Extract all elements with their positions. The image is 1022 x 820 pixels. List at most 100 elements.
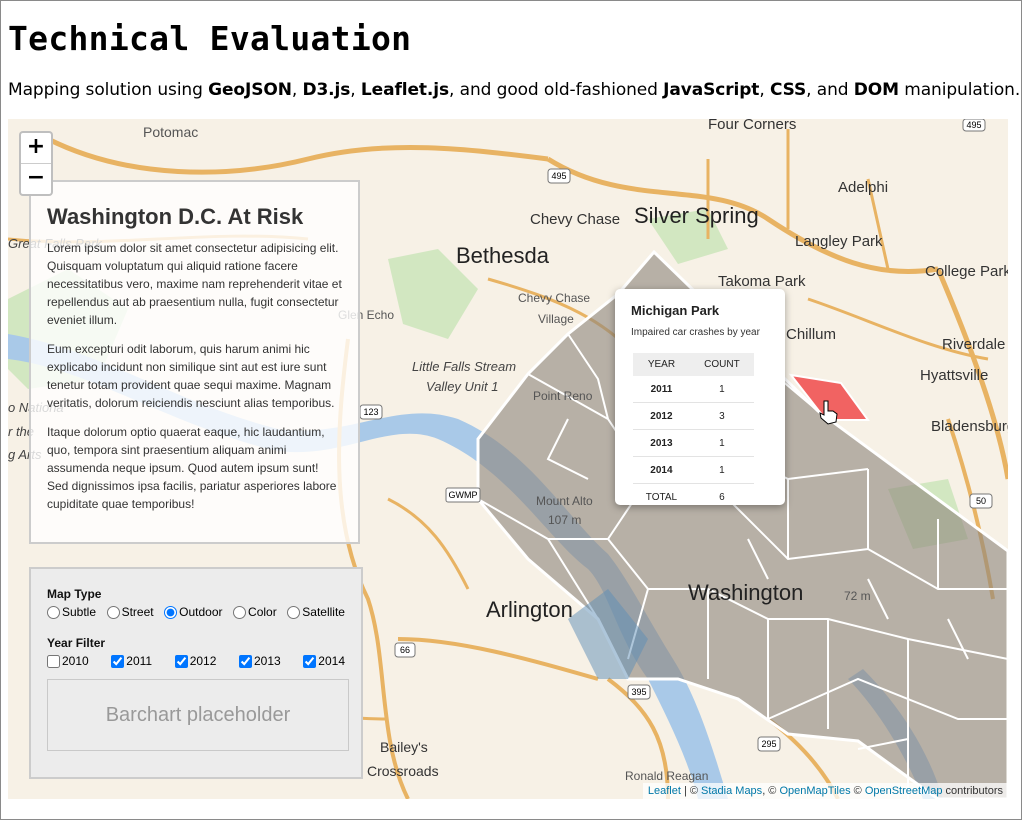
map-type-options: Subtle Street Outdoor Color Satellite (47, 605, 345, 619)
map-type-satellite[interactable]: Satellite (287, 605, 345, 619)
svg-text:123: 123 (363, 407, 378, 417)
header-year: YEAR (633, 353, 690, 376)
place-potomac: Potomac (143, 124, 199, 140)
barchart-placeholder: Barchart placeholder (47, 679, 349, 751)
place-point-reno: Point Reno (533, 389, 593, 403)
openmaptiles-link[interactable]: OpenMapTiles (779, 785, 850, 797)
map-type-color-radio[interactable] (233, 605, 247, 619)
place-college-park: College Park (925, 263, 1008, 280)
row-count: 1 (689, 429, 754, 457)
shield-gwmp: GWMP (445, 487, 481, 503)
table-row: 2011 1 (633, 376, 754, 403)
shield-66: 66 (394, 642, 416, 658)
map-type-street-radio[interactable] (106, 605, 120, 619)
year-2013[interactable]: 2013 (239, 654, 281, 668)
svg-text:395: 395 (631, 687, 646, 697)
year-2011[interactable]: 2011 (111, 654, 152, 668)
page-title: Technical Evaluation (8, 19, 412, 58)
map-type-subtle-radio[interactable] (47, 605, 60, 619)
place-ronald-reagan: Ronald Reagan (625, 769, 709, 783)
place-elevation-72m: 72 m (844, 589, 871, 603)
info-paragraph-2: Eum excepturi odit laborum, quis harum a… (47, 342, 335, 410)
row-count: 3 (689, 402, 754, 430)
year-2014-checkbox[interactable] (303, 654, 317, 668)
place-mount-alto: Mount Alto (536, 494, 593, 508)
place-washington: Washington (688, 580, 804, 605)
shield-495a: 495 (547, 168, 571, 184)
place-silver-spring: Silver Spring (634, 203, 759, 228)
map-type-satellite-radio[interactable] (287, 605, 301, 619)
map-container[interactable]: 495 495 123 GWMP 50 66 395 295 Potomac F… (8, 119, 1008, 799)
place-chevy-chase: Chevy Chase (530, 211, 621, 228)
svg-text:495: 495 (966, 120, 981, 130)
year-2013-checkbox[interactable] (239, 654, 252, 668)
info-panel-title: Washington D.C. At Risk (47, 204, 304, 229)
stadia-link[interactable]: Stadia Maps (701, 785, 762, 797)
year-filter-label: Year Filter (47, 636, 106, 650)
place-baileys-2: Crossroads (367, 763, 439, 779)
table-row: 2013 1 (633, 429, 754, 457)
neighborhood-popup: Michigan Park Impaired car crashes by ye… (615, 289, 785, 510)
map-type-outdoor-radio[interactable] (164, 605, 178, 619)
place-chevy-chase-village-1: Chevy Chase (518, 291, 591, 305)
shield-395: 395 (627, 684, 651, 700)
table-header-row: YEAR COUNT (633, 353, 754, 376)
map-type-label: Map Type (47, 587, 102, 601)
year-2010[interactable]: 2010 (47, 654, 89, 668)
map-type-subtle[interactable]: Subtle (47, 605, 96, 619)
leaflet-link[interactable]: Leaflet (648, 785, 681, 797)
row-count: 1 (689, 456, 754, 484)
total-row: TOTAL 6 (633, 483, 754, 510)
row-year: 2014 (633, 456, 690, 484)
total-value: 6 (689, 483, 754, 510)
place-bethesda: Bethesda (456, 243, 549, 268)
place-riverdale: Riverdale (942, 336, 1006, 353)
controls-panel: Map Type Subtle Street Outdoor Color Sat… (29, 567, 363, 779)
map-type-outdoor[interactable]: Outdoor (164, 605, 223, 619)
place-little-falls-2: Valley Unit 1 (426, 379, 499, 394)
place-chevy-chase-village-2: Village (538, 312, 574, 326)
shield-123: 123 (359, 404, 383, 420)
year-2014[interactable]: 2014 (303, 654, 345, 668)
zoom-in-button[interactable]: + (21, 133, 51, 163)
table-row: 2012 3 (633, 402, 754, 430)
year-2012[interactable]: 2012 (174, 654, 216, 668)
row-year: 2011 (633, 376, 690, 403)
place-four-corners: Four Corners (708, 119, 797, 133)
place-mount-alto-elevation: 107 m (548, 513, 582, 527)
year-2010-checkbox[interactable] (47, 654, 60, 668)
row-count: 1 (689, 376, 754, 403)
info-paragraph-1: Lorem ipsum dolor sit amet consectetur a… (47, 241, 342, 327)
svg-text:495: 495 (551, 171, 566, 181)
map-attribution: Leaflet | © Stadia Maps, © OpenMapTiles … (642, 783, 1008, 799)
popup-table: YEAR COUNT 2011 1 2012 3 2013 1 2014 1 TOTAL… (633, 353, 754, 510)
popup-subtitle: Impaired car crashes by year (631, 327, 760, 338)
zoom-control: + − (19, 131, 53, 196)
info-panel: Washington D.C. At Risk Lorem ipsum dolo… (29, 180, 360, 544)
intro-text: Mapping solution using GeoJSON, D3.js, L… (8, 80, 1021, 100)
shield-295: 295 (757, 736, 781, 752)
svg-text:50: 50 (976, 496, 986, 506)
info-paragraph-3: Itaque dolorum optio quaerat eaque, hic … (47, 425, 337, 511)
map-type-color[interactable]: Color (233, 605, 277, 619)
place-baileys-1: Bailey's (380, 739, 428, 755)
place-takoma-park: Takoma Park (718, 273, 806, 290)
place-adelphi: Adelphi (838, 179, 889, 196)
place-arlington: Arlington (486, 597, 573, 622)
zoom-out-button[interactable]: − (21, 163, 51, 194)
svg-text:66: 66 (400, 645, 410, 655)
year-2012-checkbox[interactable] (174, 654, 188, 668)
openstreetmap-link[interactable]: OpenStreetMap (865, 785, 943, 797)
map-type-street[interactable]: Street (106, 605, 154, 619)
place-little-falls-1: Little Falls Stream (412, 359, 517, 374)
header-count: COUNT (689, 353, 754, 376)
place-hyattsville: Hyattsville (920, 367, 989, 384)
year-filter-options: 2010 2011 2012 2013 2014 (47, 654, 345, 668)
svg-text:GWMP: GWMP (449, 490, 478, 500)
table-row: 2014 1 (633, 456, 754, 484)
shield-495b: 495 (962, 119, 986, 132)
year-2011-checkbox[interactable] (111, 654, 125, 668)
shield-50: 50 (969, 493, 993, 509)
svg-text:295: 295 (761, 739, 776, 749)
popup-title: Michigan Park (631, 303, 720, 318)
